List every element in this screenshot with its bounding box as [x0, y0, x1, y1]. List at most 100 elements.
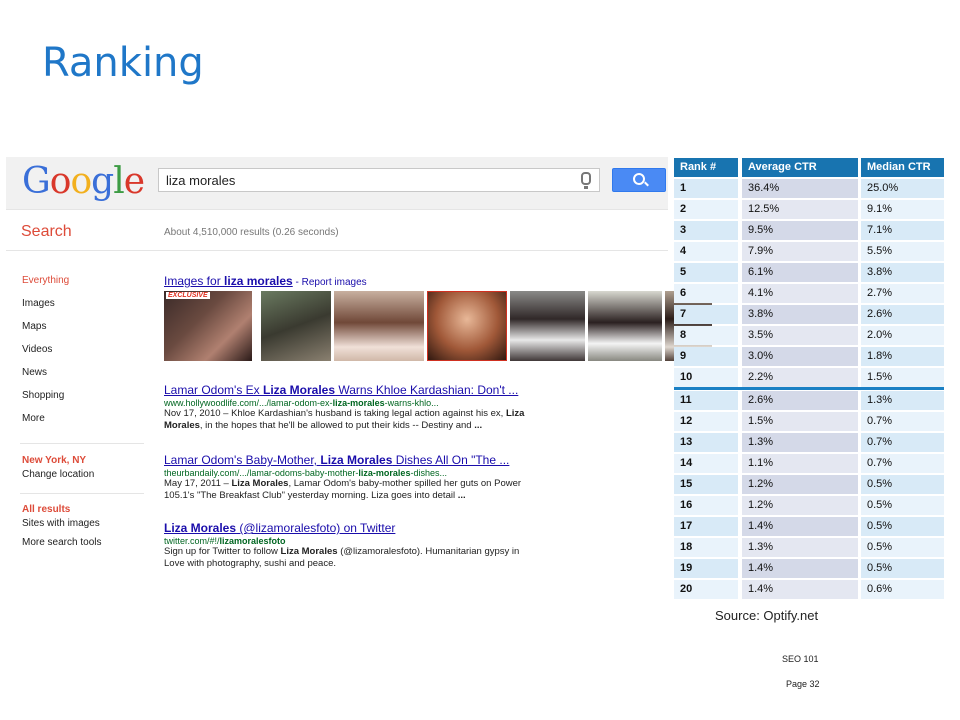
result-title-link[interactable]: Lamar Odom's Ex Liza Morales Warns Khloe…: [164, 383, 664, 397]
report-images-link[interactable]: - Report images: [293, 277, 367, 288]
logo-letter-g2: g: [91, 161, 114, 202]
google-topbar: Google: [6, 157, 668, 210]
median-ctr-cell: 0.7%: [861, 412, 944, 431]
snippet-part: 105.1's "The Breakfast Club" yesterday m…: [164, 490, 458, 501]
snippet-part: Liza Morales: [231, 478, 289, 489]
logo-letter-o2: o: [70, 161, 92, 202]
nav-item-everything[interactable]: Everything: [22, 275, 142, 298]
result-title-link[interactable]: Liza Morales (@lizamoralesfoto) on Twitt…: [164, 521, 664, 535]
image-thumbnail[interactable]: [261, 291, 331, 361]
rank-cell: 17: [674, 517, 738, 536]
image-thumbnail[interactable]: [334, 291, 424, 361]
location-name: New York, NY: [22, 455, 87, 466]
median-ctr-cell: 1.3%: [861, 391, 944, 410]
images-header-prefix: Images for: [164, 274, 225, 288]
nav-item-videos[interactable]: Videos: [22, 344, 142, 367]
title-part: Lamar Odom's Ex: [164, 383, 263, 397]
rank-cell: 6: [674, 284, 738, 303]
ctr-table-row: 8 3.5% 2.0%: [674, 326, 944, 345]
title-part: (@lizamoralesfoto) on Twitter: [236, 521, 396, 535]
ctr-table-row: 16 1.2% 0.5%: [674, 496, 944, 515]
header-rank: Rank #: [674, 158, 738, 177]
result-title-link[interactable]: Lamar Odom's Baby-Mother, Liza Morales D…: [164, 453, 664, 467]
search-result: Lamar Odom's Ex Liza Morales Warns Khloe…: [164, 383, 664, 432]
more-search-tools-link[interactable]: More search tools: [22, 537, 101, 548]
snippet-part: , in the hopes that he'll be allowed to …: [199, 420, 475, 431]
title-part: Liza Morales: [164, 521, 237, 535]
average-ctr-cell: 1.4%: [742, 559, 858, 578]
title-part: Lamar Odom's Baby-Mother,: [164, 453, 321, 467]
result-url: theurbandaily.com/.../lamar-odoms-baby-m…: [164, 468, 664, 478]
image-thumbnail[interactable]: [588, 291, 662, 361]
images-header-link[interactable]: Images for liza morales: [164, 274, 293, 288]
logo-letter-e: e: [123, 161, 145, 202]
thumbnail-label: EXCLUSIVE: [166, 292, 210, 299]
search-button[interactable]: [612, 168, 666, 192]
snippet-part: (@lizamoralesfoto). Humanitarian gypsy i…: [337, 546, 520, 557]
snippet-part: May 17, 2011 –: [164, 478, 232, 489]
ctr-table-row: 20 1.4% 0.6%: [674, 580, 944, 599]
filter-sites-with-images[interactable]: Sites with images: [22, 518, 101, 529]
change-location-link[interactable]: Change location: [22, 469, 94, 480]
filters-panel: All results Sites with images More searc…: [22, 504, 101, 548]
snippet-part: , Lamar Odom's baby-mother spilled her g…: [288, 478, 522, 489]
url-part: lizamoralesfoto: [219, 536, 286, 546]
average-ctr-cell: 1.2%: [742, 475, 858, 494]
nav-item-shopping[interactable]: Shopping: [22, 390, 142, 413]
image-thumbnail[interactable]: [510, 291, 585, 361]
median-ctr-cell: 0.5%: [861, 517, 944, 536]
filter-all-results[interactable]: All results: [22, 504, 101, 515]
url-part: liza-morales: [332, 398, 385, 408]
url-part: twitter.com/#!/: [164, 536, 220, 546]
image-thumbnail[interactable]: EXCLUSIVE: [164, 291, 252, 361]
nav-item-more[interactable]: More: [22, 413, 142, 436]
median-ctr-cell: 0.7%: [861, 454, 944, 473]
rank-cell: 8: [674, 326, 738, 345]
ctr-table-row: 7 3.8% 2.6%: [674, 305, 944, 324]
snippet-part: ...: [457, 490, 466, 501]
header-median-ctr: Median CTR: [861, 158, 944, 177]
rank-cell: 7: [674, 305, 738, 324]
google-logo[interactable]: Google: [22, 161, 145, 202]
median-ctr-cell: 5.5%: [861, 242, 944, 261]
header-divider: [6, 250, 668, 251]
average-ctr-cell: 1.3%: [742, 538, 858, 557]
image-thumbnail[interactable]: [427, 291, 507, 361]
result-snippet: May 17, 2011 – Liza Morales, Lamar Odom'…: [164, 478, 664, 502]
average-ctr-cell: 1.4%: [742, 517, 858, 536]
microphone-icon[interactable]: [581, 172, 591, 189]
rank-cell: 12: [674, 412, 738, 431]
average-ctr-cell: 1.5%: [742, 412, 858, 431]
search-icon: [633, 173, 645, 185]
nav-item-images[interactable]: Images: [22, 298, 142, 321]
snippet-part: ...: [474, 420, 483, 431]
logo-letter-g1: G: [22, 161, 51, 202]
logo-letter-o1: o: [49, 161, 72, 202]
ctr-table-row: 1 36.4% 25.0%: [674, 179, 944, 198]
rank-cell: 9: [674, 347, 738, 366]
rank-cell: 19: [674, 559, 738, 578]
ctr-table-row: 12 1.5% 0.7%: [674, 412, 944, 431]
search-label: Search: [21, 223, 72, 240]
rank-cell: 3: [674, 221, 738, 240]
ctr-table-row: 18 1.3% 0.5%: [674, 538, 944, 557]
ctr-table: Rank # Average CTR Median CTR 1 36.4% 25.0…: [674, 158, 944, 599]
ctr-table-row: 10 2.2% 1.5%: [674, 368, 944, 387]
search-input[interactable]: [166, 171, 566, 189]
url-part: theurbandaily.com/.../lamar-odoms-baby-m…: [164, 468, 359, 478]
title-part: Dishes All On "The ...: [392, 453, 510, 467]
location-panel: New York, NY Change location: [22, 455, 94, 480]
rank-cell: 4: [674, 242, 738, 261]
median-ctr-cell: 2.6%: [861, 305, 944, 324]
average-ctr-cell: 12.5%: [742, 200, 858, 219]
nav-item-news[interactable]: News: [22, 367, 142, 390]
ctr-table-row: 2 12.5% 9.1%: [674, 200, 944, 219]
median-ctr-cell: 0.5%: [861, 538, 944, 557]
snippet-part: Nov 17, 2010 – Khloe Kardashian's husban…: [164, 408, 506, 419]
images-header-query: liza morales: [224, 274, 293, 288]
nav-item-maps[interactable]: Maps: [22, 321, 142, 344]
result-snippet: Sign up for Twitter to follow Liza Moral…: [164, 546, 664, 570]
ctr-table-row: 11 2.6% 1.3%: [674, 391, 944, 410]
average-ctr-cell: 3.8%: [742, 305, 858, 324]
average-ctr-cell: 1.4%: [742, 580, 858, 599]
